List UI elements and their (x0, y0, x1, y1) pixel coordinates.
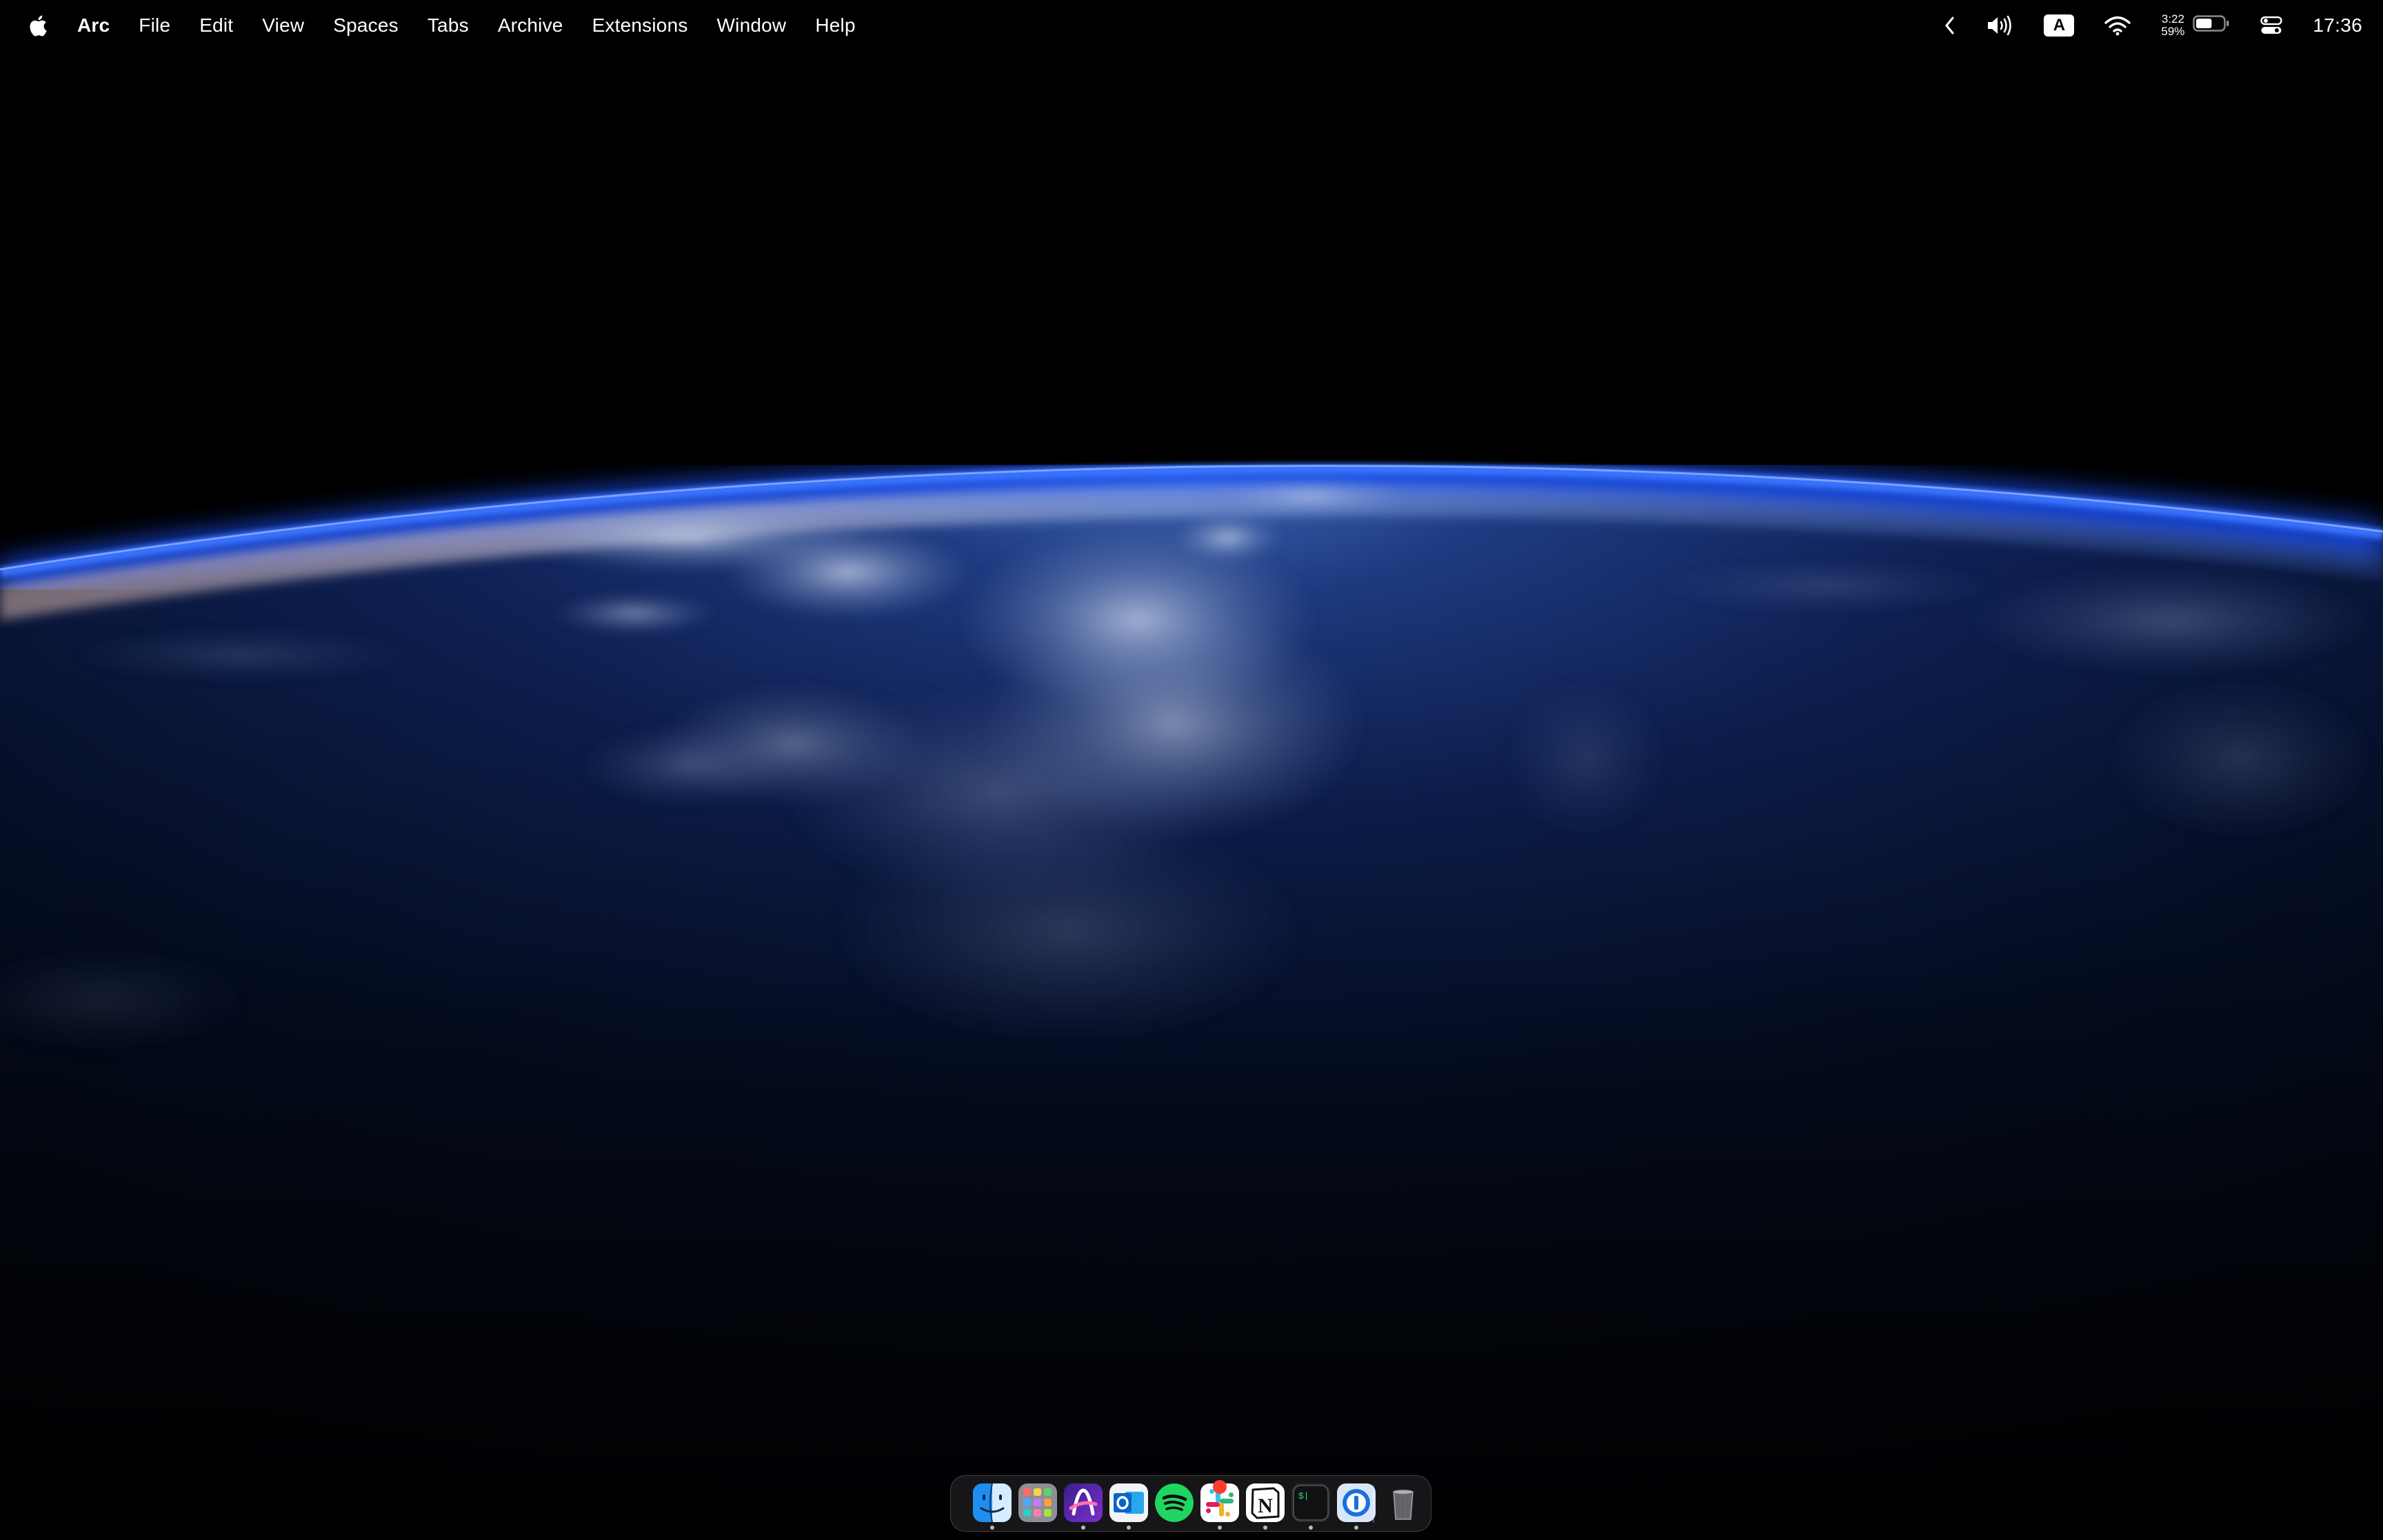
arc-running-indicator (1081, 1526, 1085, 1530)
apple-logo-icon[interactable] (25, 12, 50, 39)
speaker-volume-icon[interactable] (1986, 15, 2013, 36)
slack-notification-badge (1213, 1480, 1227, 1494)
menu-extensions[interactable]: Extensions (592, 14, 688, 37)
1password-running-indicator (1354, 1526, 1358, 1530)
wifi-icon[interactable] (2104, 15, 2131, 36)
control-center-icon[interactable] (2260, 16, 2283, 35)
desktop[interactable]: Arc File Edit View Spaces Tabs Archive E… (0, 0, 2383, 1540)
terminal-icon[interactable]: $| (1291, 1483, 1330, 1522)
finder-running-indicator (990, 1526, 994, 1530)
menu-edit[interactable]: Edit (199, 14, 233, 37)
notion-icon[interactable]: N (1246, 1483, 1285, 1522)
input-source-indicator[interactable]: A (2044, 14, 2075, 37)
menu-file[interactable]: File (139, 14, 170, 37)
launchpad-icon[interactable] (1018, 1483, 1057, 1522)
menu-bar-clock[interactable]: 17:36 (2313, 14, 2362, 37)
menu-tabs[interactable]: Tabs (428, 14, 469, 37)
input-source-label: A (2044, 14, 2075, 37)
menu-window[interactable]: Window (717, 14, 787, 37)
spotify-icon[interactable] (1155, 1483, 1194, 1522)
notion-running-indicator (1263, 1526, 1267, 1530)
menu-bar-status-area: A 3:22 59% 17:36 (1914, 0, 2362, 51)
battery-time: 3:22 (2161, 12, 2184, 26)
menu-help[interactable]: Help (815, 14, 855, 37)
1password-icon[interactable] (1337, 1483, 1376, 1522)
chevron-left-icon[interactable] (1944, 16, 1955, 35)
svg-text:N: N (1258, 1495, 1273, 1517)
battery-text: 3:22 59% (2161, 13, 2184, 38)
dock-separator (1373, 1486, 1374, 1523)
outlook-icon[interactable] (1109, 1483, 1148, 1522)
battery-status[interactable]: 3:22 59% (2161, 13, 2230, 38)
menu-bar-left: Arc File Edit View Spaces Tabs Archive E… (25, 0, 885, 51)
earth-wallpaper (0, 0, 2383, 1540)
svg-text:$|: $| (1298, 1491, 1309, 1501)
trash-icon[interactable] (1384, 1483, 1422, 1522)
battery-icon (2193, 14, 2230, 37)
menu-view[interactable]: View (262, 14, 304, 37)
menu-app-name[interactable]: Arc (77, 14, 110, 37)
menu-bar: Arc File Edit View Spaces Tabs Archive E… (0, 0, 2383, 51)
arc-browser-icon[interactable] (1064, 1483, 1103, 1522)
outlook-running-indicator (1127, 1526, 1131, 1530)
menu-archive[interactable]: Archive (498, 14, 563, 37)
slack-running-indicator (1218, 1526, 1222, 1530)
finder-icon[interactable] (973, 1483, 1012, 1522)
menu-spaces[interactable]: Spaces (333, 14, 399, 37)
dock: N $| (950, 1475, 1431, 1532)
battery-percent: 59% (2161, 25, 2185, 38)
terminal-running-indicator (1309, 1526, 1313, 1530)
